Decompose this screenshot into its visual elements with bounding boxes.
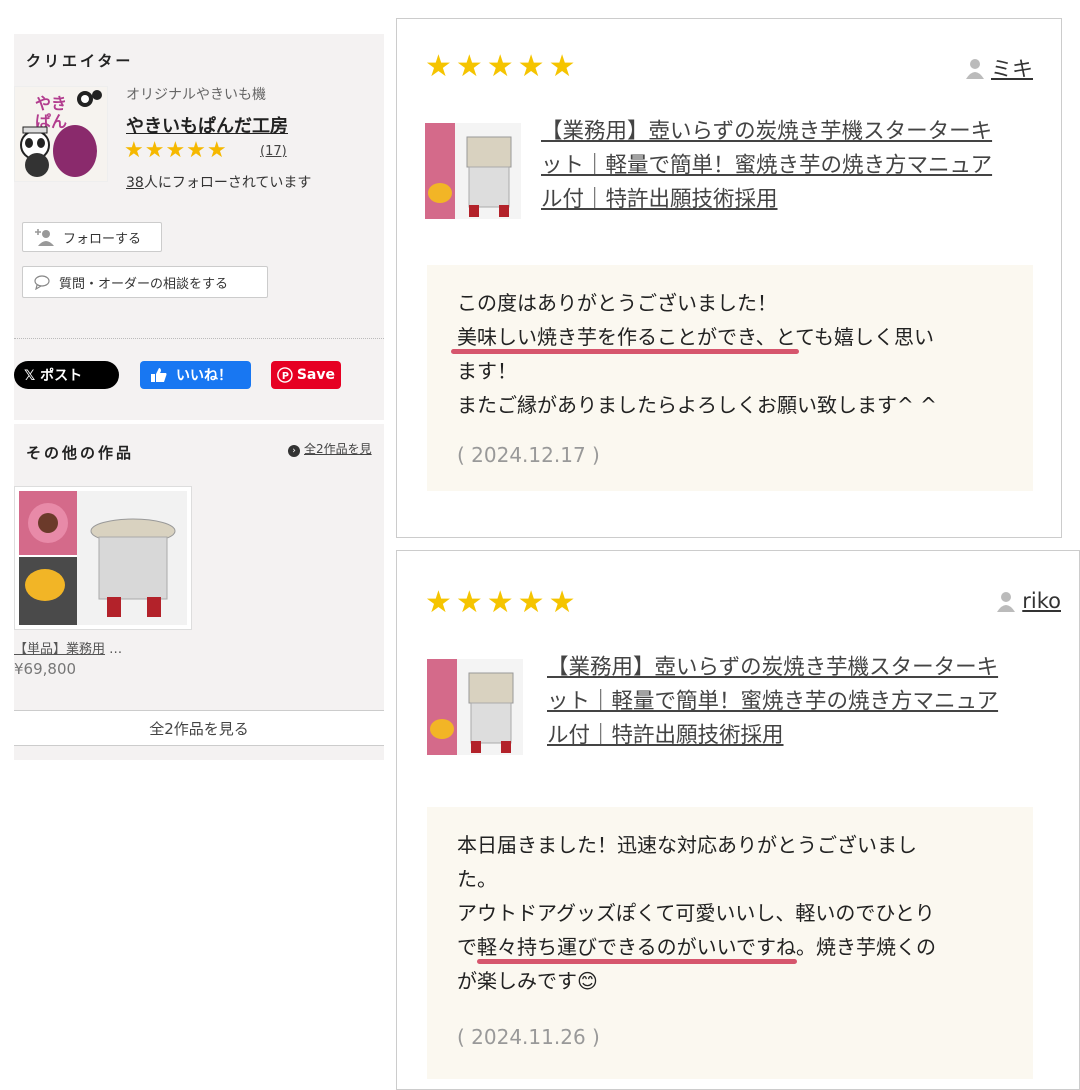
facebook-like-button[interactable]: いいね！ — [140, 361, 251, 389]
message-line: この度はありがとうございました！ — [457, 291, 777, 315]
creator-section-title: クリエイター — [26, 52, 134, 70]
review-card: ★★★★★ riko 【業務用】壺いらずの炭焼き芋機スターターキ ット｜軽量で簡… — [396, 550, 1080, 1090]
product-title-line: 【業務用】壺いらずの炭焼き芋機スターターキ — [547, 655, 999, 680]
x-post-label: 𝕏 ポスト — [24, 368, 83, 384]
inquiry-button-label: 質問・オーダーの相談をする — [59, 276, 229, 292]
other-work-price: ¥69,800 — [14, 660, 77, 678]
other-work-title-ellipsis: … — [109, 642, 123, 657]
reviewer-name: ミキ — [991, 57, 1033, 81]
product-image — [19, 491, 187, 625]
message-line: またご縁がありましたらよろしくお願い致します^ ^ — [457, 393, 937, 417]
svg-text:P: P — [282, 371, 289, 382]
followers-suffix: 人にフォローされています — [143, 175, 312, 191]
creator-rating-stars: ★★★★★ — [124, 138, 228, 163]
speech-bubble-icon — [34, 275, 50, 290]
creator-name-link[interactable]: やきいもぱんだ工房 — [126, 112, 288, 138]
product-title-line: ット｜軽量で簡単！蜜焼き芋の焼き方マニュア — [541, 153, 993, 178]
other-work-thumbnail[interactable] — [14, 486, 192, 630]
message-line: た。 — [457, 867, 497, 891]
other-work-title: 【単品】業務用 … — [14, 638, 122, 657]
panel-divider — [14, 338, 384, 339]
pinterest-icon: P — [277, 367, 293, 383]
other-work-title-link[interactable]: 【単品】業務用 — [14, 642, 105, 657]
review-stars: ★★★★★ — [425, 585, 580, 620]
x-post-button[interactable]: 𝕏 ポスト — [14, 361, 119, 389]
message-line: ます！ — [457, 359, 517, 383]
see-all-works-link[interactable]: › 全2作品を見 — [288, 440, 372, 457]
creator-review-count-link[interactable]: (17) — [260, 144, 287, 159]
creator-subtitle: オリジナルやきいも機 — [126, 87, 266, 103]
product-image — [427, 659, 523, 755]
message-line: 美味しい焼き芋を作ることができ、とても嬉しく思い — [457, 325, 934, 349]
add-user-icon — [35, 229, 54, 246]
review-product-link[interactable]: 【業務用】壺いらずの炭焼き芋機スターターキ ット｜軽量で簡単！蜜焼き芋の焼き方マ… — [541, 115, 992, 217]
creator-avatar[interactable]: やき ぱん — [14, 86, 108, 182]
see-all-works-button[interactable]: 全2作品を見る — [14, 710, 384, 746]
product-image — [425, 123, 521, 219]
product-title-line: 【業務用】壺いらずの炭焼き芋機スターターキ — [541, 119, 993, 144]
other-works-title: その他の作品 — [26, 444, 135, 462]
inquiry-button[interactable]: 質問・オーダーの相談をする — [22, 266, 268, 298]
product-title-line: ル付｜特許出願技術採用 — [547, 723, 784, 748]
message-line: アウトドアグッズぽくて可愛いいし、軽いのでひとり — [457, 901, 935, 925]
review-product-thumbnail[interactable] — [425, 123, 521, 219]
pinterest-save-label: Save — [296, 367, 335, 383]
product-title-line: ル付｜特許出願技術採用 — [541, 187, 778, 212]
circle-arrow-icon: › — [288, 445, 300, 457]
user-icon — [966, 59, 984, 79]
message-line: が楽しみです😊 — [457, 969, 598, 993]
review-card: ★★★★★ ミキ 【業務用】壺いらずの炭焼き芋機スターターキ ット｜軽量で簡単！… — [396, 18, 1062, 538]
see-all-works-link-label: 全2作品を見 — [304, 442, 372, 456]
product-title-line: ット｜軽量で簡単！蜜焼き芋の焼き方マニュア — [547, 689, 999, 714]
message-line: 本日届きました！迅速な対応ありがとうございまし — [457, 833, 917, 857]
panda-logo-icon: やき ぱん — [15, 87, 107, 181]
user-icon — [997, 592, 1016, 612]
svg-text:やき: やき — [35, 94, 67, 113]
review-message-box: この度はありがとうございました！ 美味しい焼き芋を作ることができ、とても嬉しく思… — [427, 265, 1033, 491]
review-date: ( 2024.11.26 ) — [457, 1025, 600, 1049]
reviewer[interactable]: ミキ — [965, 53, 1033, 83]
follow-button[interactable]: フォローする — [22, 222, 162, 252]
review-product-thumbnail[interactable] — [427, 659, 523, 755]
reviewer-name: riko — [1022, 589, 1061, 613]
pinterest-save-button[interactable]: P Save — [271, 361, 341, 389]
review-message-box: 本日届きました！迅速な対応ありがとうございまし た。 アウトドアグッズぽくて可愛… — [427, 807, 1033, 1079]
followers-count-link[interactable]: 38 — [126, 175, 144, 191]
review-product-link[interactable]: 【業務用】壺いらずの炭焼き芋機スターターキ ット｜軽量で簡単！蜜焼き芋の焼き方マ… — [547, 651, 998, 753]
follow-button-label: フォローする — [63, 231, 142, 247]
facebook-like-label: いいね！ — [176, 368, 232, 384]
reviewer[interactable]: riko — [996, 589, 1061, 613]
creator-followers: 38人にフォローされています — [126, 172, 311, 192]
thumbs-up-icon — [151, 368, 167, 382]
review-date: ( 2024.12.17 ) — [457, 443, 600, 467]
review-stars: ★★★★★ — [425, 49, 580, 84]
message-line: で軽々持ち運びできるのがいいですね。焼き芋焼くの — [457, 935, 936, 959]
